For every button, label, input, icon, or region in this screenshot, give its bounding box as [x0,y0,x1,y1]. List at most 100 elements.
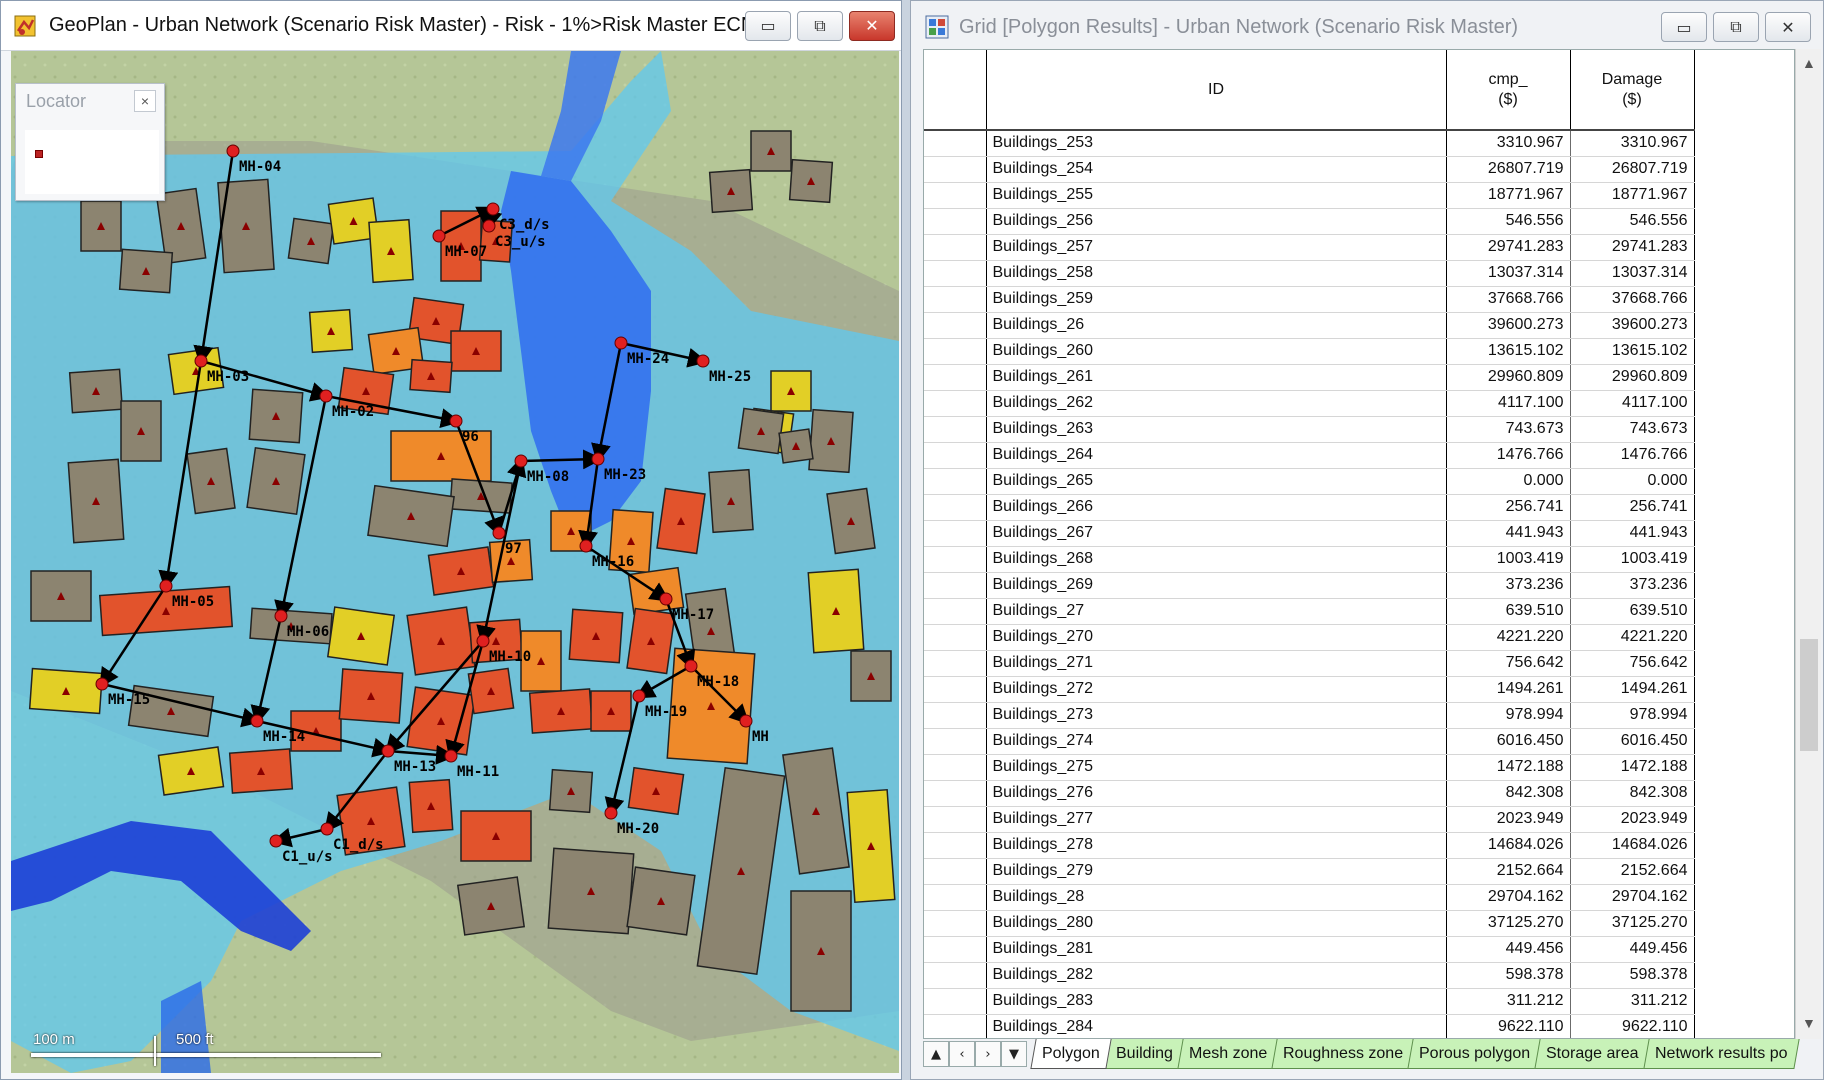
cell-cmp[interactable]: 13615.102 [1446,338,1571,365]
cell-cmp[interactable]: 29960.809 [1446,364,1571,391]
cell-id[interactable]: Buildings_284 [986,1014,1447,1038]
row-selector[interactable] [924,676,987,703]
cell-damage[interactable]: 1494.261 [1570,676,1695,703]
row-selector[interactable] [924,598,987,625]
row-selector[interactable] [924,156,987,183]
manhole-node[interactable] [250,714,264,728]
cell-cmp[interactable]: 37125.270 [1446,910,1571,937]
locator-overview[interactable] [25,130,159,194]
table-row[interactable]: Buildings_27 639.510 639.510 [924,598,1695,625]
table-row[interactable]: Buildings_254 26807.719 26807.719 [924,156,1695,183]
cell-id[interactable]: Buildings_273 [986,702,1447,729]
sheet-tab-mesh-zone[interactable]: Mesh zone [1177,1039,1279,1069]
cell-id[interactable]: Buildings_282 [986,962,1447,989]
minimize-button[interactable]: ▭ [745,10,791,41]
cell-cmp[interactable]: 1494.261 [1446,676,1571,703]
manhole-node[interactable] [226,144,240,158]
row-selector[interactable] [924,702,987,729]
cell-id[interactable]: Buildings_263 [986,416,1447,443]
row-selector[interactable] [924,832,987,859]
table-row[interactable]: Buildings_262 4117.100 4117.100 [924,390,1695,417]
cell-id[interactable]: Buildings_283 [986,988,1447,1015]
row-selector[interactable] [924,572,987,599]
row-selector[interactable] [924,754,987,781]
geoplan-titlebar[interactable]: GeoPlan - Urban Network (Scenario Risk M… [1,1,901,51]
cell-cmp[interactable]: 756.642 [1446,650,1571,677]
cell-damage[interactable]: 546.556 [1570,208,1695,235]
sheet-tab-porous-polygon[interactable]: Porous polygon [1407,1039,1542,1069]
row-selector[interactable] [924,494,987,521]
table-row[interactable]: Buildings_255 18771.967 18771.967 [924,182,1695,209]
table-row[interactable]: Buildings_278 14684.026 14684.026 [924,832,1695,859]
row-selector[interactable] [924,390,987,417]
table-row[interactable]: Buildings_277 2023.949 2023.949 [924,806,1695,833]
row-selector[interactable] [924,182,987,209]
manhole-node[interactable] [319,389,333,403]
table-row[interactable]: Buildings_265 0.000 0.000 [924,468,1695,495]
cell-id[interactable]: Buildings_258 [986,260,1447,287]
row-selector[interactable] [924,442,987,469]
table-row[interactable]: Buildings_260 13615.102 13615.102 [924,338,1695,365]
cell-cmp[interactable]: 449.456 [1446,936,1571,963]
column-header-id[interactable]: ID [986,50,1447,131]
cell-id[interactable]: Buildings_256 [986,208,1447,235]
table-row[interactable]: Buildings_258 13037.314 13037.314 [924,260,1695,287]
row-selector[interactable] [924,728,987,755]
cell-cmp[interactable]: 311.212 [1446,988,1571,1015]
cell-cmp[interactable]: 743.673 [1446,416,1571,443]
row-selector-header[interactable] [924,50,987,131]
cell-damage[interactable]: 9622.110 [1570,1014,1695,1038]
sheet-tab-building[interactable]: Building [1104,1039,1185,1069]
map-canvas[interactable]: MH-04 MH-03 MH-02 MH-05 MH-06 MH-07 C3_d/s C3_u… [11,51,899,1073]
cell-id[interactable]: Buildings_261 [986,364,1447,391]
cell-damage[interactable]: 37668.766 [1570,286,1695,313]
sheet-tab-network-results-po[interactable]: Network results po [1643,1039,1799,1069]
cell-damage[interactable]: 37125.270 [1570,910,1695,937]
cell-id[interactable]: Buildings_265 [986,468,1447,495]
cell-cmp[interactable]: 598.378 [1446,962,1571,989]
cell-damage[interactable]: 311.212 [1570,988,1695,1015]
manhole-node[interactable] [514,454,528,468]
cell-cmp[interactable]: 2023.949 [1446,806,1571,833]
cell-damage[interactable]: 256.741 [1570,494,1695,521]
table-row[interactable]: Buildings_284 9622.110 9622.110 [924,1014,1695,1038]
manhole-node[interactable] [684,659,698,673]
sheet-tab-roughness-zone[interactable]: Roughness zone [1271,1039,1415,1069]
manhole-node[interactable] [95,677,109,691]
table-row[interactable]: Buildings_257 29741.283 29741.283 [924,234,1695,261]
row-selector[interactable] [924,910,987,937]
table-row[interactable]: Buildings_281 449.456 449.456 [924,936,1695,963]
tab-nav-next-button[interactable]: › [975,1041,1001,1067]
grid-close-button[interactable]: ✕ [1765,12,1811,42]
sheet-tab-polygon[interactable]: Polygon [1030,1039,1112,1069]
cell-id[interactable]: Buildings_268 [986,546,1447,573]
row-selector[interactable] [924,520,987,547]
table-row[interactable]: Buildings_263 743.673 743.673 [924,416,1695,443]
tab-nav-first-button[interactable]: ▲ [923,1041,949,1067]
cell-damage[interactable]: 756.642 [1570,650,1695,677]
manhole-node[interactable] [486,202,500,216]
table-row[interactable]: Buildings_276 842.308 842.308 [924,780,1695,807]
row-selector[interactable] [924,650,987,677]
table-row[interactable]: Buildings_256 546.556 546.556 [924,208,1695,235]
cell-cmp[interactable]: 1476.766 [1446,442,1571,469]
cell-id[interactable]: Buildings_259 [986,286,1447,313]
cell-cmp[interactable]: 842.308 [1446,780,1571,807]
cell-cmp[interactable]: 256.741 [1446,494,1571,521]
cell-cmp[interactable]: 1472.188 [1446,754,1571,781]
manhole-node[interactable] [159,579,173,593]
table-row[interactable]: Buildings_253 3310.967 3310.967 [924,130,1695,157]
cell-cmp[interactable]: 373.236 [1446,572,1571,599]
cell-id[interactable]: Buildings_27 [986,598,1447,625]
cell-id[interactable]: Buildings_276 [986,780,1447,807]
manhole-node[interactable] [659,592,673,606]
cell-id[interactable]: Buildings_274 [986,728,1447,755]
cell-cmp[interactable]: 4221.220 [1446,624,1571,651]
manhole-node[interactable] [614,336,628,350]
cell-cmp[interactable]: 0.000 [1446,468,1571,495]
cell-cmp[interactable]: 13037.314 [1446,260,1571,287]
cell-cmp[interactable]: 9622.110 [1446,1014,1571,1038]
cell-id[interactable]: Buildings_266 [986,494,1447,521]
cell-cmp[interactable]: 1003.419 [1446,546,1571,573]
cell-damage[interactable]: 3310.967 [1570,130,1695,157]
